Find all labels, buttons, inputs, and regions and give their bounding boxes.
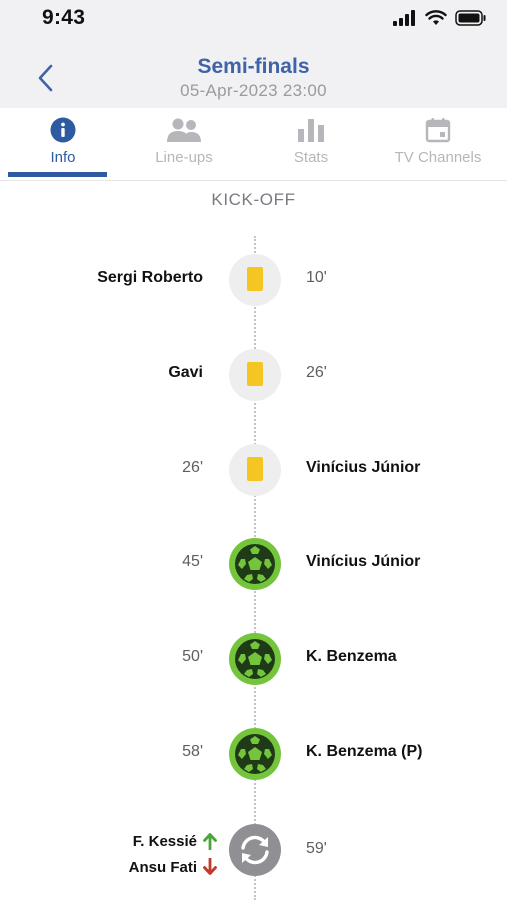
sub-player-out-name: Ansu Fati — [128, 858, 197, 876]
goal-ball-icon — [229, 728, 281, 780]
timeline-event: 45' Vinícius Júnior — [0, 538, 507, 594]
event-minute: 26' — [182, 459, 203, 476]
sub-player-in-name: F. Kessié — [132, 832, 197, 850]
status-time: 9:43 — [42, 6, 86, 29]
event-minute: 59' — [306, 840, 327, 857]
match-datetime: 05-Apr-2023 23:00 — [180, 81, 327, 100]
battery-icon — [455, 10, 486, 26]
event-player: Sergi Roberto — [97, 269, 203, 286]
kickoff-label: KICK-OFF — [211, 190, 296, 209]
yellow-card-icon — [229, 349, 281, 401]
event-player: Vinícius Júnior — [306, 553, 421, 570]
timeline-event: F. Kessié Ansu Fati 59' — [0, 822, 507, 882]
event-minute: 45' — [182, 553, 203, 570]
event-minute: 10' — [306, 269, 327, 286]
tab-stats-label: Stats — [293, 149, 329, 166]
tab-lineups[interactable]: Line-ups — [121, 108, 247, 180]
substitution-icon — [229, 824, 281, 876]
info-icon — [50, 117, 76, 143]
tab-lineups-label: Line-ups — [155, 149, 213, 166]
tab-stats[interactable]: Stats — [248, 108, 374, 180]
yellow-card-icon — [229, 254, 281, 306]
event-minute: 58' — [182, 743, 203, 760]
yellow-card-icon — [229, 444, 281, 496]
event-minute: 50' — [182, 648, 203, 665]
status-bar: 9:43 — [0, 0, 507, 40]
timeline-event: Gavi 26' — [0, 349, 507, 405]
tab-bar: Info Line-ups Stats TV Channels — [0, 108, 507, 181]
event-player: Vinícius Júnior — [306, 459, 421, 476]
event-player: Gavi — [168, 364, 203, 381]
nav-bar: Semi-finals 05-Apr-2023 23:00 — [0, 40, 507, 109]
tab-info[interactable]: Info — [0, 108, 126, 180]
arrow-up-icon — [203, 833, 217, 850]
page-title: Semi-finals — [197, 55, 310, 78]
tab-info-label: Info — [50, 149, 76, 166]
people-icon — [167, 118, 201, 142]
sub-player-out: Ansu Fati — [129, 858, 217, 876]
cellular-signal-icon — [393, 10, 415, 26]
tab-tv-channels-label: TV Channels — [394, 149, 482, 166]
active-tab-indicator — [8, 172, 107, 177]
arrow-down-icon — [203, 858, 217, 875]
timeline-event: 26' Vinícius Júnior — [0, 444, 507, 500]
goal-ball-icon — [229, 633, 281, 685]
timeline-event: 50' K. Benzema — [0, 633, 507, 689]
calendar-icon — [425, 118, 451, 143]
tab-tv-channels[interactable]: TV Channels — [375, 108, 501, 180]
wifi-icon — [425, 10, 447, 25]
timeline-event: 58' K. Benzema (P) — [0, 728, 507, 784]
event-player: K. Benzema (P) — [306, 743, 423, 760]
goal-ball-icon — [229, 538, 281, 590]
timeline-event: Sergi Roberto 10' — [0, 254, 507, 310]
event-player: K. Benzema — [306, 648, 397, 665]
bar-chart-icon — [298, 119, 324, 142]
sub-player-in: F. Kessié — [133, 832, 217, 850]
event-minute: 26' — [306, 364, 327, 381]
status-icons — [393, 10, 487, 26]
